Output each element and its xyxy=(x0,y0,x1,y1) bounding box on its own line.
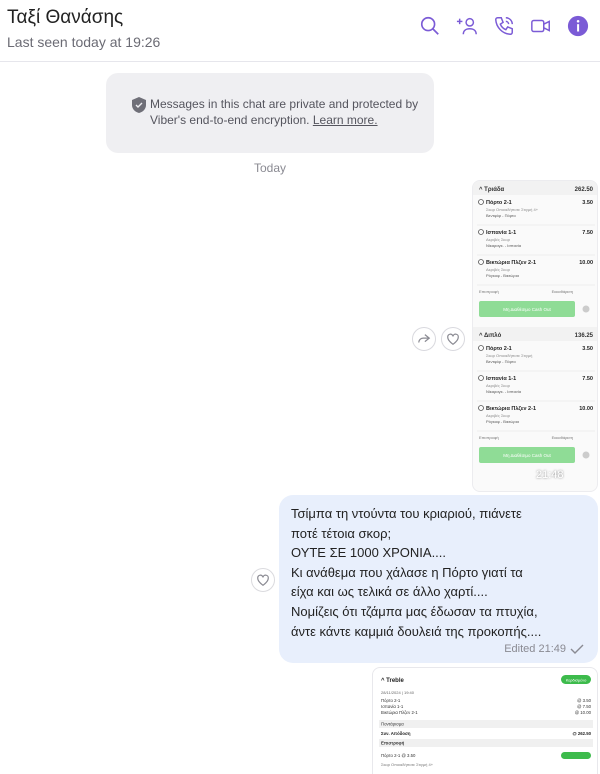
pick-match: Ρόγκοφ - Βικτώρια xyxy=(486,273,520,278)
slip-section-name: ^ Τριάδα xyxy=(479,187,505,193)
message-edited-time: Edited 21:49 xyxy=(504,643,566,655)
slip2-next-sub: Σκορ Οποιαδήποτε Στιγμή 4+ xyxy=(381,762,434,767)
slip-stake-label: Εκκαθάριση xyxy=(552,435,573,440)
message-line: ποτέ τέτοια σκορ; xyxy=(291,525,392,541)
encryption-notice: Messages in this chat are private and pr… xyxy=(106,73,434,153)
betslip-image-1[interactable]: ^ Τριάδα 262.50 Πόρτο 2-1 3.50 Σκορ Οποιαδήπ… xyxy=(472,180,598,492)
like-message-button[interactable] xyxy=(251,568,275,592)
shield-icon xyxy=(132,97,146,113)
pick-status-icon xyxy=(478,405,484,411)
message-line: είχα και ως τελικά σε άλλο χαρτί.... xyxy=(291,584,488,600)
contact-name[interactable]: Ταξί Θανάσης xyxy=(7,7,123,29)
betslip-image-2[interactable]: ^ Treble Κερδισμένο 28/11/2024 | 19:40 Πόρτ… xyxy=(372,667,598,774)
won-badge-small xyxy=(561,752,591,759)
pick-label: Πόρτο 2-1 xyxy=(486,346,512,352)
pick-label: Ισπανία 1-1 xyxy=(486,376,516,382)
add-participant-icon[interactable] xyxy=(455,14,479,38)
pick-market: Ακριβές Σκορ xyxy=(486,237,511,242)
info-icon[interactable] xyxy=(566,14,590,38)
slip2-total-odds: @ 262.50 xyxy=(572,731,591,736)
betslip-image-2-render: ^ Treble Κερδισμένο 28/11/2024 | 19:40 Πόρτ… xyxy=(379,675,593,767)
forward-icon xyxy=(418,334,431,343)
search-icon[interactable] xyxy=(418,14,442,38)
stake-row xyxy=(379,720,593,728)
slip2-pick-name: Ισπανία 1-1 xyxy=(381,704,404,709)
pick-match: Βεντφόρ - Πόρτο xyxy=(486,359,516,364)
won-badge-label: Κερδισμένο xyxy=(566,678,587,683)
pick-odd: 10.00 xyxy=(579,260,593,266)
header-actions xyxy=(418,14,590,38)
check-icon xyxy=(570,644,584,654)
heart-icon xyxy=(447,333,459,345)
pick-match: Νίκαραγκ. - Ισπανία xyxy=(486,389,522,394)
pick-label: Ισπανία 1-1 xyxy=(486,230,516,236)
cashout-label: Μη Διαθέσιμο Cash Out xyxy=(503,452,551,458)
settings-icon xyxy=(582,451,590,459)
slip-return-label: Επιστροφή xyxy=(479,289,499,294)
betslip-image-1-render: ^ Τριάδα 262.50 Πόρτο 2-1 3.50 Σκορ Οποιαδήπ… xyxy=(473,181,597,463)
like-image-button[interactable] xyxy=(441,327,465,351)
pick-odd: 3.50 xyxy=(582,200,593,206)
pick-status-icon xyxy=(478,375,484,381)
pick-odd: 7.50 xyxy=(582,230,593,236)
pick-market: Σκορ Οποιαδήποτε Στιγμή xyxy=(486,353,532,358)
pick-label: Πόρτο 2-1 xyxy=(486,200,512,206)
slip2-stake-label: Ποντάρισμα xyxy=(381,722,404,727)
pick-match: Βεντφόρ - Πόρτο xyxy=(486,213,516,218)
pick-odd: 10.00 xyxy=(579,406,593,412)
message-bubble[interactable]: Τσίμπα τη ντούντα του κριαριού, πιάνετε π… xyxy=(279,495,598,663)
pick-label: Βικτώρια Πλζεν 2-1 xyxy=(486,260,536,266)
slip2-pick-odd: @ 3.50 xyxy=(577,698,592,703)
pick-market: Σκορ Οποιαδήποτε Στιγμή 4+ xyxy=(486,207,539,212)
message-meta: Edited 21:49 xyxy=(504,643,584,655)
message-line: Νομίζεις ότι τζάμπα μας έδωσαν τα πτυχία… xyxy=(291,603,538,619)
pick-match: Νίκαραγκ. - Ισπανία xyxy=(486,243,522,248)
cashout-label: Μη Διαθέσιμο Cash Out xyxy=(503,306,551,312)
settings-icon xyxy=(582,305,590,313)
pick-market: Ακριβές Σκορ xyxy=(486,267,511,272)
slip2-total-odds-label: Συν. Απόδοση xyxy=(381,731,411,736)
slip2-date: 28/11/2024 | 19:40 xyxy=(381,690,415,695)
pick-status-icon xyxy=(478,229,484,235)
heart-icon xyxy=(257,574,269,586)
chat-header: Ταξί Θανάσης Last seen today at 19:26 xyxy=(0,0,600,62)
slip2-pick-name: Βικτώρια Πλζεν 2-1 xyxy=(381,710,418,715)
message-line: Κι ανάθεμα που χάλασε η Πόρτο γιατί τα xyxy=(291,564,523,580)
pick-odd: 3.50 xyxy=(582,346,593,352)
slip-section-name: ^ Διπλό xyxy=(479,333,502,339)
slip2-next-pick: Πόρτο 2-1 @ 3.50 xyxy=(381,753,416,758)
slip-section-total: 262.50 xyxy=(575,187,594,193)
pick-status-icon xyxy=(478,345,484,351)
slip-stake-label: Εκκαθάριση xyxy=(552,289,573,294)
pick-status-icon xyxy=(478,259,484,265)
slip2-pick-odd: @ 10.00 xyxy=(575,710,592,715)
last-seen-status: Last seen today at 19:26 xyxy=(7,34,161,50)
pick-label: Βικτώρια Πλζεν 2-1 xyxy=(486,406,536,412)
slip2-return-label: Επιστροφή xyxy=(381,741,405,746)
call-icon[interactable] xyxy=(492,14,516,38)
pick-status-icon xyxy=(478,199,484,205)
slip2-pick-name: Πόρτο 2-1 xyxy=(381,698,401,703)
slip-section-total: 136.25 xyxy=(575,333,594,339)
learn-more-link[interactable]: Learn more. xyxy=(313,113,378,127)
message-text: Τσίμπα τη ντούντα του κριαριού, πιάνετε π… xyxy=(291,504,591,641)
pick-odd: 7.50 xyxy=(582,376,593,382)
message-line: Τσίμπα τη ντούντα του κριαριού, πιάνετε xyxy=(291,506,522,521)
message-line: άντε κάντε καμμιά δουλειά της προκοπής..… xyxy=(291,623,542,639)
return-row xyxy=(379,739,593,747)
image-timestamp: 21:48 xyxy=(536,469,564,481)
slip-return-label: Επιστροφή xyxy=(479,435,499,440)
video-call-icon[interactable] xyxy=(529,14,553,38)
forward-button[interactable] xyxy=(412,327,436,351)
encryption-notice-text: Messages in this chat are private and pr… xyxy=(150,96,420,128)
slip2-title: ^ Treble xyxy=(381,678,405,684)
date-divider: Today xyxy=(253,161,287,175)
message-line: ΟΥΤΕ ΣΕ 1000 ΧΡΟΝΙΑ.... xyxy=(291,545,447,561)
pick-match: Ρόγκοφ - Βικτώρια xyxy=(486,419,520,424)
slip2-pick-odd: @ 7.50 xyxy=(577,704,592,709)
chat-area[interactable]: Messages in this chat are private and pr… xyxy=(0,63,600,774)
notice-text: Messages in this chat are private and pr… xyxy=(150,97,419,127)
pick-market: Ακριβές Σκορ xyxy=(486,413,511,418)
pick-market: Ακριβές Σκορ xyxy=(486,383,511,388)
